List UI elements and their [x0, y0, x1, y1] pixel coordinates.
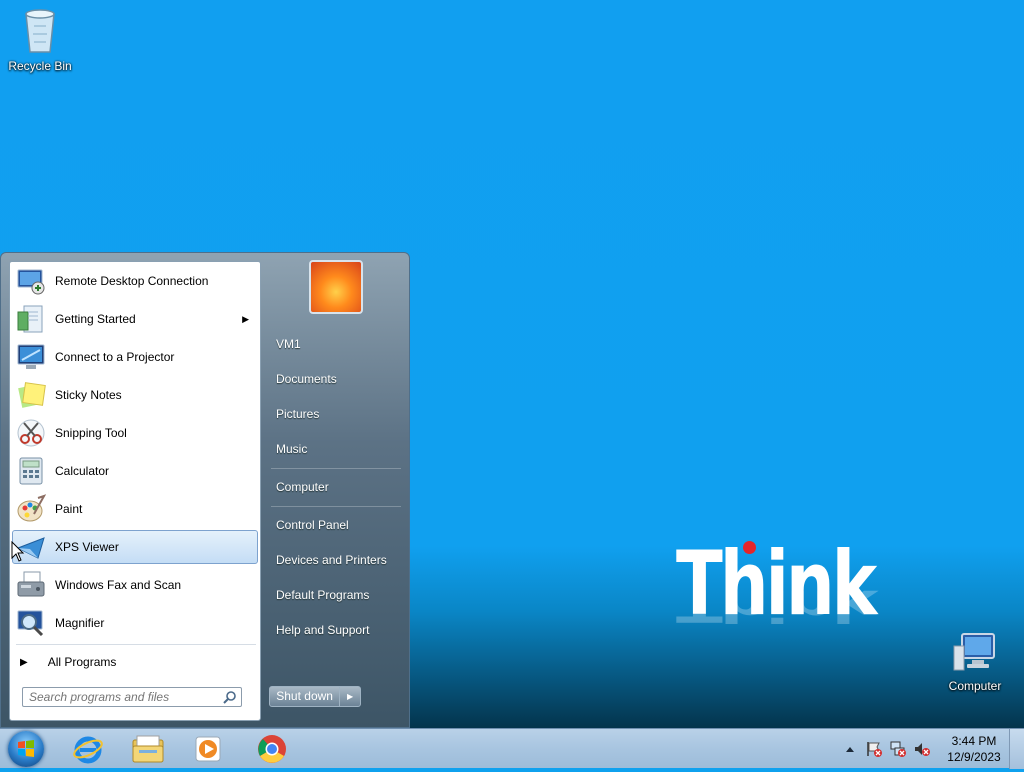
- mouse-cursor-icon: [11, 541, 25, 562]
- right-pane-divider: [271, 468, 401, 469]
- remote-desktop-icon: [15, 265, 47, 297]
- show-desktop-button[interactable]: [1009, 729, 1024, 769]
- programs-divider: [16, 644, 256, 645]
- desktop-icon-label: Recycle Bin: [8, 59, 72, 73]
- taskbar-chrome[interactable]: [248, 731, 296, 767]
- action-center-flag-icon[interactable]: [864, 739, 884, 759]
- start-right-music[interactable]: Music: [276, 439, 307, 459]
- program-label: Getting Started: [55, 312, 136, 326]
- program-label: Magnifier: [55, 616, 105, 630]
- program-magnifier[interactable]: Magnifier: [12, 606, 258, 640]
- shutdown-button[interactable]: Shut down: [270, 687, 341, 706]
- recycle-bin-icon: [25, 9, 55, 53]
- internet-explorer-icon: [73, 736, 103, 764]
- program-label: Remote Desktop Connection: [55, 274, 209, 288]
- start-right-computer[interactable]: Computer: [276, 477, 329, 497]
- taskbar-clock[interactable]: 3:44 PM 12/9/2023: [944, 733, 1004, 765]
- clock-time: 3:44 PM: [951, 734, 997, 748]
- wallpaper-logo-dot: [743, 541, 756, 554]
- magnifier-icon: [15, 607, 47, 639]
- snipping-tool-icon: [15, 417, 47, 449]
- system-tray: 3:44 PM 12/9/2023: [836, 729, 1004, 769]
- wallpaper-logo-reflection: Think: [676, 580, 875, 633]
- volume-muted-icon[interactable]: [912, 739, 932, 759]
- media-player-icon: [195, 736, 221, 762]
- start-menu-programs-pane: Remote Desktop Connection Getting Starte…: [9, 261, 261, 721]
- projector-icon: [15, 341, 47, 373]
- paint-icon: [15, 493, 47, 525]
- desktop-icon-computer[interactable]: Computer: [935, 632, 1015, 693]
- show-hidden-icons-chevron-icon[interactable]: [840, 739, 860, 759]
- all-programs-label: All Programs: [47, 655, 117, 669]
- program-label: Sticky Notes: [55, 388, 122, 402]
- getting-started-icon: [15, 303, 47, 335]
- program-label: XPS Viewer: [55, 540, 119, 554]
- taskbar-file-explorer[interactable]: [124, 731, 172, 767]
- computer-icon: [953, 633, 995, 671]
- desktop-icon-label: Computer: [948, 679, 1002, 693]
- program-label: Snipping Tool: [55, 426, 127, 440]
- program-windows-fax-and-scan[interactable]: Windows Fax and Scan: [12, 568, 258, 602]
- submenu-arrow-icon: ▶: [242, 313, 249, 324]
- chrome-icon: [258, 735, 286, 763]
- taskbar-media-player[interactable]: [184, 731, 232, 767]
- clock-date: 12/9/2023: [947, 750, 1001, 764]
- start-right-vm1[interactable]: VM1: [276, 334, 301, 354]
- start-right-devices-and-printers[interactable]: Devices and Printers: [276, 550, 387, 570]
- start-right-pictures[interactable]: Pictures: [276, 404, 319, 424]
- sticky-notes-icon: [15, 379, 47, 411]
- search-input[interactable]: [27, 689, 221, 705]
- fax-scan-icon: [15, 569, 47, 601]
- program-paint[interactable]: Paint: [12, 492, 258, 526]
- search-box[interactable]: [22, 687, 242, 707]
- calculator-icon: [15, 455, 47, 487]
- program-snipping-tool[interactable]: Snipping Tool: [12, 416, 258, 450]
- file-explorer-icon: [132, 735, 164, 763]
- right-pane-divider: [271, 506, 401, 507]
- start-right-control-panel[interactable]: Control Panel: [276, 515, 349, 535]
- program-sticky-notes[interactable]: Sticky Notes: [12, 378, 258, 412]
- program-label: Calculator: [55, 464, 110, 478]
- start-button[interactable]: [8, 731, 44, 767]
- program-calculator[interactable]: Calculator: [12, 454, 258, 488]
- shutdown-options-arrow-icon[interactable]: ▶: [340, 687, 360, 706]
- program-connect-to-a-projector[interactable]: Connect to a Projector: [12, 340, 258, 374]
- shutdown-button-group: Shut down ▶: [269, 686, 361, 707]
- program-label: Connect to a Projector: [55, 350, 175, 364]
- taskbar: 3:44 PM 12/9/2023: [0, 728, 1024, 769]
- desktop-icon-recycle-bin[interactable]: Recycle Bin: [0, 6, 80, 73]
- program-label: Paint: [55, 502, 83, 516]
- network-icon[interactable]: [888, 739, 908, 759]
- program-getting-started[interactable]: Getting Started ▶: [12, 302, 258, 336]
- start-right-default-programs[interactable]: Default Programs: [276, 585, 369, 605]
- start-right-help-and-support[interactable]: Help and Support: [276, 620, 369, 640]
- program-label: Windows Fax and Scan: [55, 578, 182, 592]
- program-remote-desktop-connection[interactable]: Remote Desktop Connection: [12, 264, 258, 298]
- program-xps-viewer[interactable]: XPS Viewer: [12, 530, 258, 564]
- taskbar-internet-explorer[interactable]: [64, 731, 112, 767]
- start-menu: Remote Desktop Connection Getting Starte…: [0, 252, 410, 728]
- search-icon[interactable]: [223, 690, 237, 709]
- start-right-documents[interactable]: Documents: [276, 369, 337, 389]
- user-account-picture[interactable]: [309, 260, 363, 314]
- all-programs-button[interactable]: ▶ All Programs: [16, 648, 116, 676]
- all-programs-arrow-icon: ▶: [20, 656, 28, 668]
- windows-logo-icon: [18, 740, 34, 757]
